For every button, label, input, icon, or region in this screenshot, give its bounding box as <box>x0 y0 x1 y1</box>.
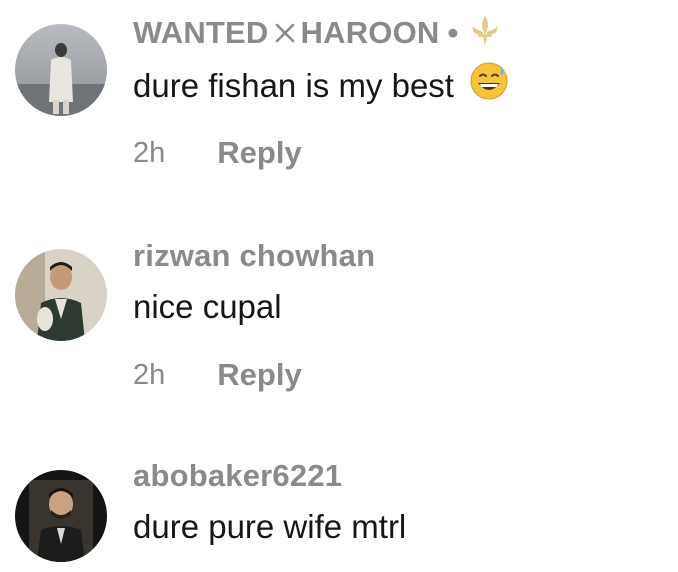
timestamp: 2h <box>133 359 166 391</box>
username[interactable]: rizwan chowhan <box>133 238 375 274</box>
comment-text: dure pure wife mtrl <box>133 508 407 545</box>
comments-list: WANTED HAROON • dure fishan is my best 2h R… <box>0 0 678 572</box>
fleur-de-lis-icon <box>467 14 503 56</box>
grinning-face-with-sweat-icon <box>469 61 509 110</box>
separator-dot: • <box>447 15 459 51</box>
avatar[interactable] <box>15 24 107 116</box>
avatar[interactable] <box>15 249 107 341</box>
close-x-icon <box>273 17 297 53</box>
comment-meta: 2h Reply <box>133 135 302 171</box>
comment-text: dure fishan is my best <box>133 62 509 110</box>
comment-body: dure fishan is my best <box>133 67 454 104</box>
username-part2: HAROON <box>300 15 440 51</box>
username-part1: WANTED <box>133 15 269 51</box>
reply-button[interactable]: Reply <box>217 135 301 171</box>
avatar[interactable] <box>15 470 107 562</box>
username[interactable]: abobaker6221 <box>133 458 342 494</box>
comment-text: nice cupal <box>133 288 282 325</box>
reply-button[interactable]: Reply <box>217 357 301 393</box>
username[interactable]: WANTED HAROON • <box>133 14 503 56</box>
comment-meta: 2h Reply <box>133 357 302 393</box>
timestamp: 2h <box>133 137 166 169</box>
